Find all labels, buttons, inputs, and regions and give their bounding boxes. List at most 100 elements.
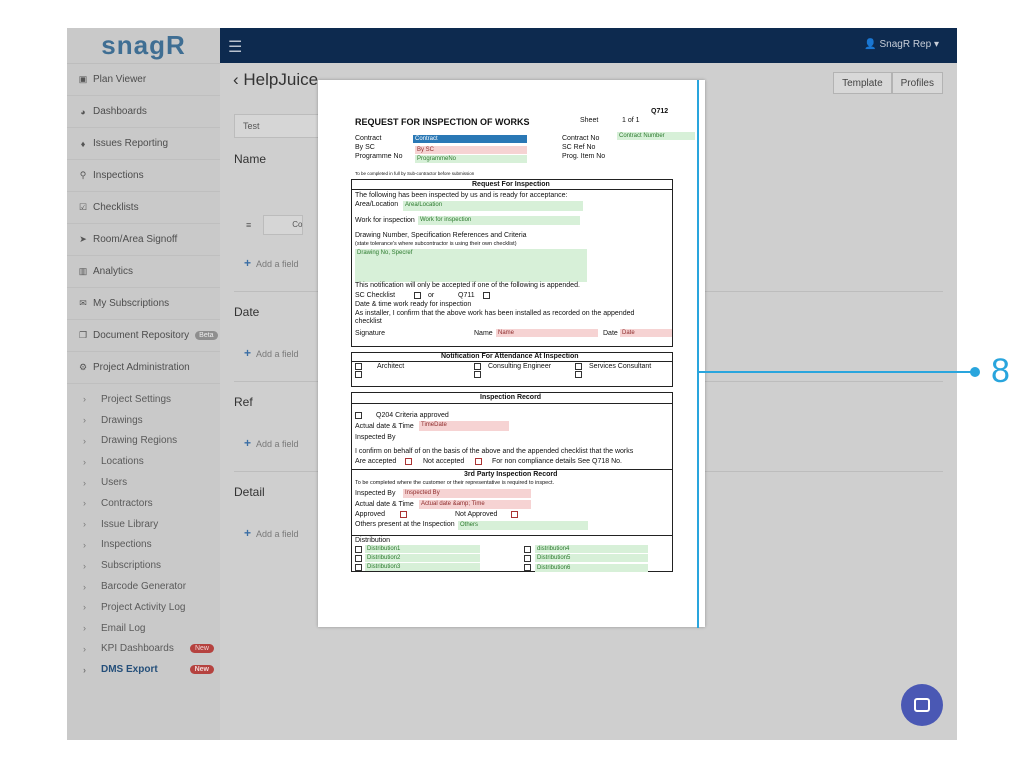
sub-item-project-settings[interactable]: › Project Settings: [67, 389, 220, 410]
sub-item-label: KPI Dashboards: [101, 643, 174, 655]
instruction-note: To be completed in full by Sub-contracto…: [355, 171, 475, 176]
divider: [351, 403, 673, 404]
third-party-note: To be completed where the customer or th…: [355, 480, 555, 486]
not-accepted-checkbox: [475, 458, 482, 465]
sub-item-drawing-regions[interactable]: › Drawing Regions: [67, 431, 220, 452]
sub-item-project-activity-log[interactable]: › Project Activity Log: [67, 597, 220, 618]
divider: [351, 535, 673, 536]
date-label: Date: [603, 330, 618, 337]
third-party-inspected-label: Inspected By: [355, 490, 396, 497]
field-box[interactable]: Co: [263, 215, 304, 235]
distribution-checkbox: [355, 546, 362, 553]
sidebar-item-document-repository[interactable]: ❐ Document Repository Beta: [67, 320, 220, 352]
chevron-right-icon: ›: [83, 477, 86, 488]
sub-item-label: Email Log: [101, 622, 146, 634]
inspection-record-title: Inspection Record: [480, 394, 542, 401]
section-label-name: Name: [234, 152, 267, 166]
field-row[interactable]: ≡ Co: [246, 215, 304, 235]
sidebar-item-my-subscriptions[interactable]: ✉ My Subscriptions: [67, 288, 220, 320]
sc-checklist-label: SC Checklist: [355, 292, 396, 299]
new-badge: New: [189, 665, 214, 675]
sidebar-item-dashboards[interactable]: ◕ Dashboards: [67, 96, 220, 128]
search-icon: ⚲: [79, 170, 87, 180]
user-menu[interactable]: 👤 SnagR Rep ▾: [864, 39, 939, 50]
add-field-label: Add a field: [256, 259, 299, 269]
name-field: Name: [496, 329, 598, 337]
sheet-label: Sheet: [580, 117, 599, 124]
sub-item-email-log[interactable]: › Email Log: [67, 618, 220, 639]
architect-label: Architect: [377, 363, 405, 370]
checkbox: [575, 371, 582, 378]
sub-item-drawings[interactable]: › Drawings: [67, 410, 220, 431]
or-label: or: [428, 292, 435, 299]
callout-line: [697, 80, 699, 628]
add-field-button[interactable]: + Add a field: [244, 436, 299, 450]
sub-item-dms-export[interactable]: › DMS Export New: [67, 659, 220, 680]
callout-connector: [697, 371, 975, 373]
add-field-button[interactable]: + Add a field: [244, 526, 299, 540]
approved-label: Approved: [355, 511, 385, 518]
by-sc-field: By SC: [415, 146, 527, 154]
sub-item-label: Locations: [101, 456, 144, 468]
sub-item-contractors[interactable]: › Contractors: [67, 493, 220, 514]
add-field-button[interactable]: + Add a field: [244, 256, 299, 270]
user-icon: 👤: [864, 39, 877, 50]
sub-item-label: Issue Library: [101, 518, 159, 530]
sub-item-label: Contractors: [101, 497, 153, 509]
contract-field: Contract: [413, 135, 527, 143]
sidebar-item-plan-viewer[interactable]: ▣ Plan Viewer: [67, 64, 220, 96]
distribution-field: distribution4: [535, 545, 648, 553]
sidebar-item-label: My Subscriptions: [93, 298, 170, 309]
drag-handle-icon[interactable]: ≡: [246, 220, 251, 230]
sidebar-item-label: Project Administration: [93, 362, 190, 373]
sidebar-item-label: Issues Reporting: [93, 138, 169, 149]
sub-item-locations[interactable]: › Locations: [67, 451, 220, 472]
chevron-right-icon: ›: [83, 664, 86, 675]
sidebar-item-label: Room/Area Signoff: [93, 234, 178, 245]
plus-icon: +: [244, 526, 252, 540]
sidebar-item-project-administration[interactable]: ⚙ Project Administration: [67, 352, 220, 384]
hamburger-menu-icon[interactable]: ☰: [228, 37, 242, 57]
request-intro: The following has been inspected by us a…: [355, 192, 568, 199]
snagr-logo[interactable]: snagR: [67, 28, 220, 64]
chat-launcher-button[interactable]: [901, 684, 943, 726]
work-label: Work for inspection: [355, 217, 415, 224]
sub-item-subscriptions[interactable]: › Subscriptions: [67, 555, 220, 576]
chevron-right-icon: ›: [83, 456, 86, 467]
area-field: Area/Location: [403, 201, 583, 211]
chevron-right-icon: ›: [83, 560, 86, 571]
back-chevron-icon[interactable]: ‹: [233, 70, 239, 89]
sheet-value: 1 of 1: [622, 117, 640, 124]
others-field: Others: [458, 521, 588, 530]
chat-icon: [914, 698, 930, 712]
sub-item-issue-library[interactable]: › Issue Library: [67, 514, 220, 535]
installer-line-2: checklist: [355, 318, 382, 325]
image-icon: ▣: [78, 74, 88, 84]
sub-item-users[interactable]: › Users: [67, 472, 220, 493]
sidebar-item-inspections[interactable]: ⚲ Inspections: [67, 160, 220, 192]
sidebar-item-checklists[interactable]: ☑ Checklists: [67, 192, 220, 224]
contract-label: Contract: [355, 135, 382, 142]
sc-ref-label: SC Ref No: [562, 144, 596, 151]
add-field-button[interactable]: + Add a field: [244, 346, 299, 360]
q204-label: Q204 Criteria approved: [376, 412, 449, 419]
distribution-checkbox: [524, 564, 531, 571]
sub-item-kpi-dashboards[interactable]: › KPI Dashboards New: [67, 639, 220, 660]
sidebar-item-room-area-signoff[interactable]: ➤ Room/Area Signoff: [67, 224, 220, 256]
drawing-field: Drawing No, Specref: [355, 249, 587, 282]
caret-down-icon: ▾: [933, 39, 939, 50]
request-title: Request For Inspection: [472, 181, 550, 188]
confirm-line: I confirm on behalf of on the basis of t…: [355, 448, 634, 455]
sub-item-inspections[interactable]: › Inspections: [67, 535, 220, 556]
sub-item-barcode-generator[interactable]: › Barcode Generator: [67, 576, 220, 597]
test-input[interactable]: Test: [234, 114, 324, 138]
sidebar-item-analytics[interactable]: ▥ Analytics: [67, 256, 220, 288]
sidebar-item-issues-reporting[interactable]: ♦ Issues Reporting: [67, 128, 220, 160]
services-label: Services Consultant: [589, 363, 652, 370]
profiles-button[interactable]: Profiles: [891, 72, 943, 94]
template-button[interactable]: Template: [833, 72, 892, 94]
architect-checkbox: [355, 363, 362, 370]
third-party-title: 3rd Party Inspection Record: [464, 471, 558, 478]
q711-checkbox: [483, 292, 490, 299]
consulting-label: Consulting Engineer: [488, 363, 552, 370]
